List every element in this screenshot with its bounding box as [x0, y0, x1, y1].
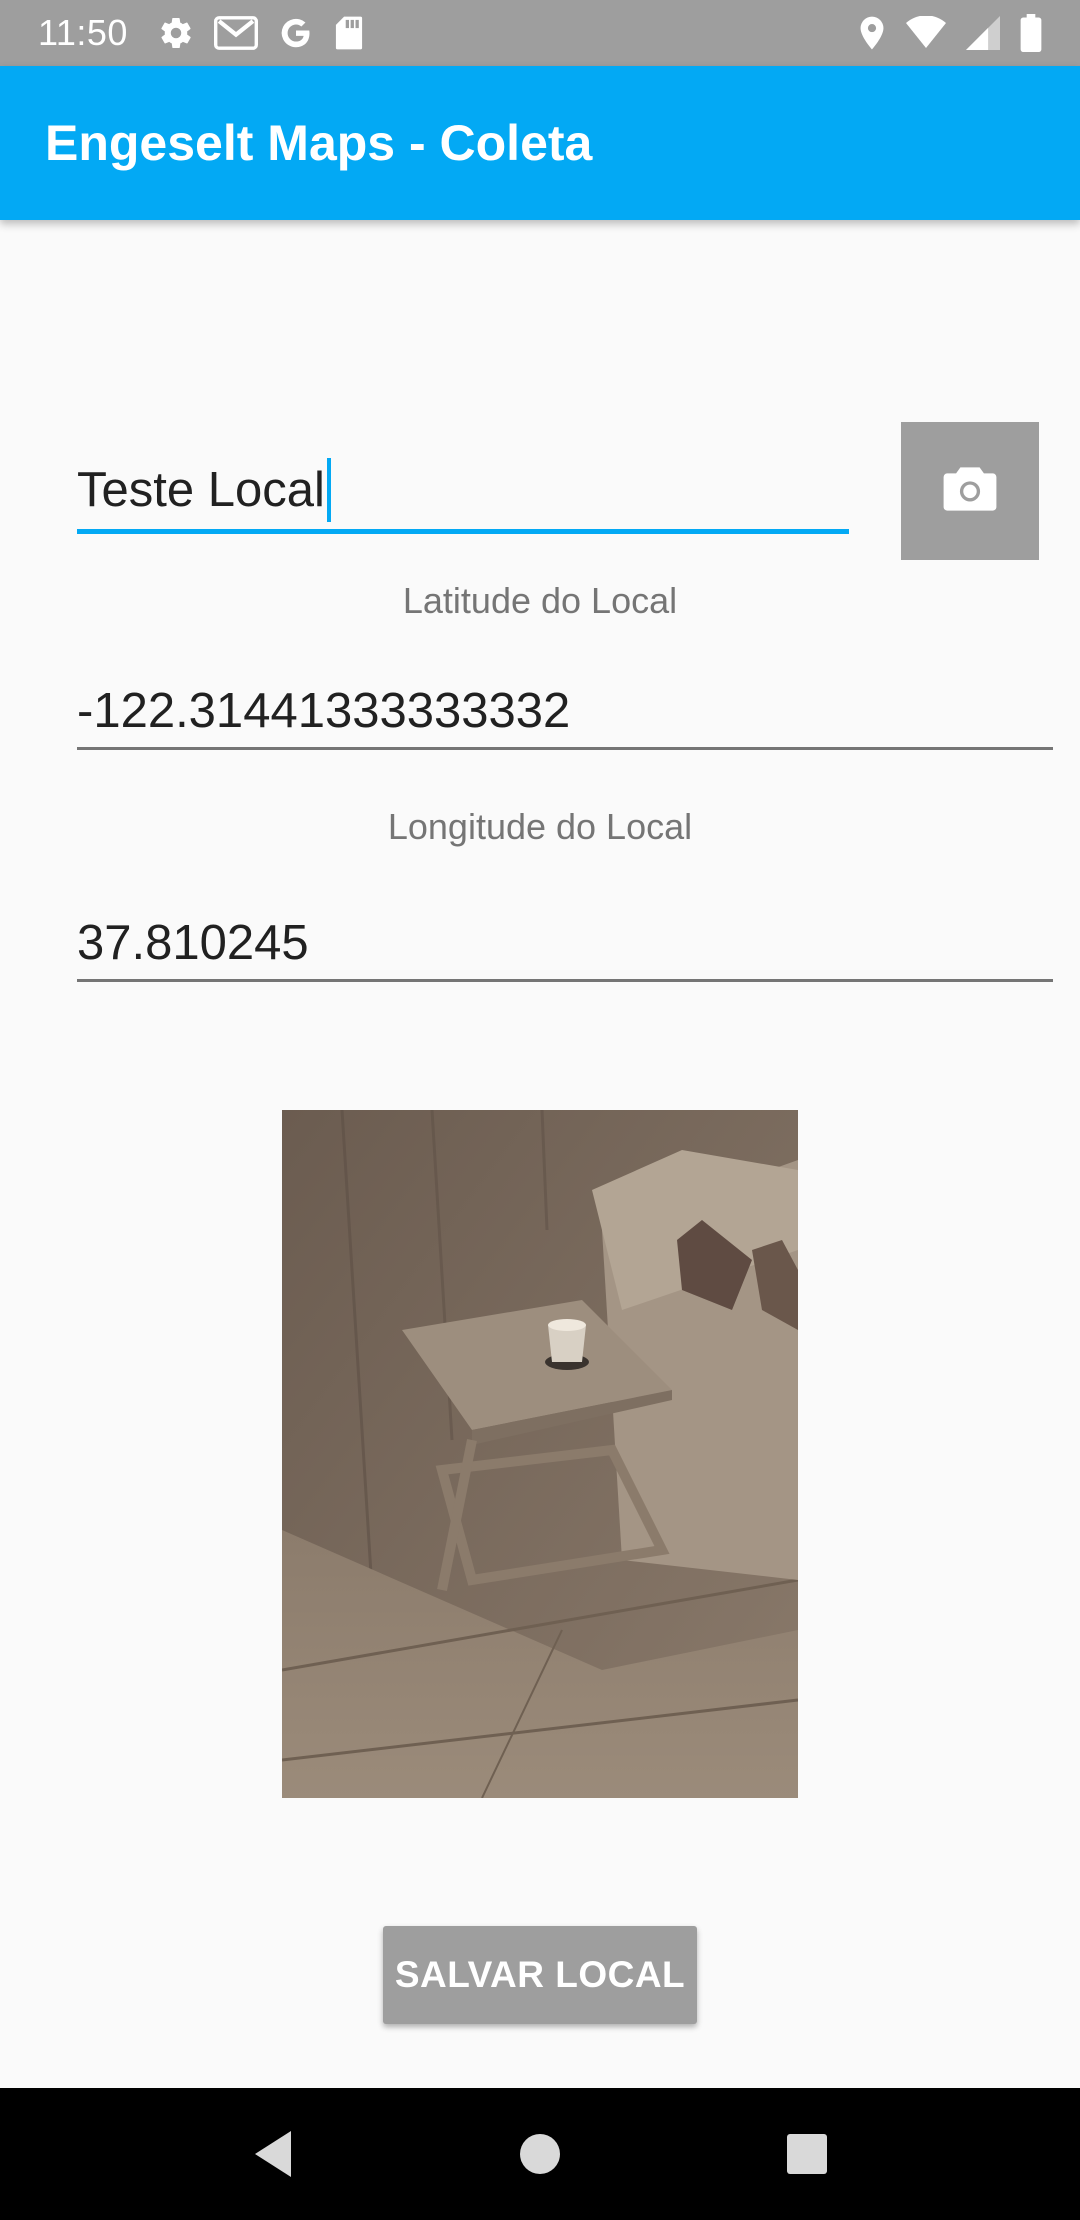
longitude-label: Longitude do Local [387, 806, 693, 847]
status-left-icons [158, 13, 364, 53]
app-title: Engeselt Maps - Coleta [45, 115, 593, 171]
camera-button[interactable] [901, 422, 1039, 560]
signal-icon [966, 13, 1000, 53]
location-name-value: Teste Local [77, 462, 325, 517]
recents-icon[interactable] [767, 2114, 847, 2194]
back-icon[interactable] [233, 2114, 313, 2194]
wifi-icon [906, 13, 946, 53]
location-name-input[interactable]: Teste Local [77, 450, 849, 534]
status-time: 11:50 [38, 12, 128, 53]
longitude-field[interactable]: 37.810245 [77, 906, 1053, 982]
text-cursor [326, 457, 331, 522]
location-photo [282, 1110, 798, 1798]
google-icon [278, 13, 314, 53]
sd-card-icon [334, 13, 364, 53]
battery-icon [1020, 13, 1042, 53]
navigation-bar [0, 2088, 1080, 2220]
latitude-field[interactable]: -122.31441333333332 [77, 674, 1053, 750]
status-bar: 11:50 [0, 0, 1080, 66]
location-icon [858, 13, 886, 53]
latitude-label: Latitude do Local [402, 580, 678, 621]
status-right-icons [858, 13, 1042, 53]
camera-icon [941, 465, 999, 518]
save-location-button[interactable]: SALVAR LOCAL [383, 1926, 697, 2024]
home-icon[interactable] [500, 2114, 580, 2194]
gear-icon [158, 13, 194, 53]
latitude-value: -122.31441333333332 [77, 683, 571, 738]
gmail-icon [213, 13, 258, 53]
app-bar: Engeselt Maps - Coleta [0, 66, 1080, 220]
longitude-value: 37.810245 [77, 915, 309, 970]
